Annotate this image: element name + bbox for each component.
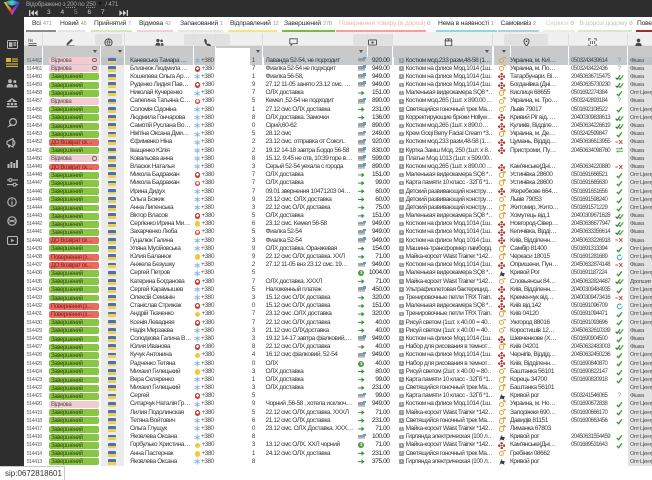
svg-text:№: №: [28, 38, 33, 44]
